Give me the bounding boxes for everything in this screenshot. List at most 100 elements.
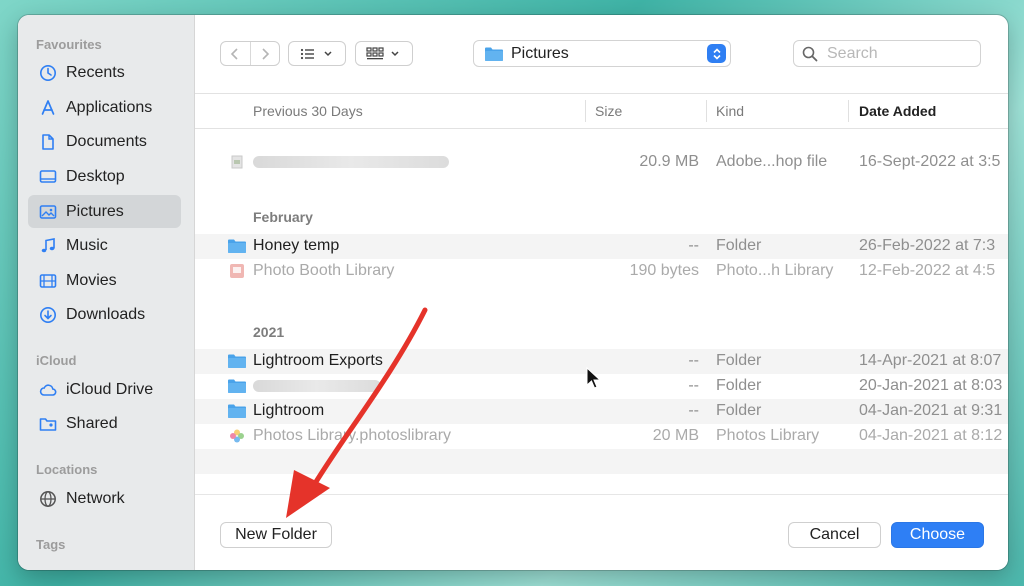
file-size: 20.9 MB: [639, 153, 699, 170]
download-icon: [38, 305, 58, 325]
file-name: Honey temp: [253, 237, 340, 254]
file-name-redacted: [253, 153, 449, 171]
photoshop-file-icon: [231, 155, 243, 169]
new-folder-button[interactable]: New Folder: [220, 522, 332, 548]
file-size: --: [688, 402, 699, 419]
file-date: 04-Jan-2021 at 8:12: [859, 427, 1003, 444]
sidebar: Favourites Recents Applications Document…: [18, 15, 195, 570]
column-header-date-added[interactable]: Date Added: [859, 103, 936, 119]
search-input[interactable]: [825, 43, 979, 64]
applications-icon: [38, 98, 58, 118]
updown-chevron-icon: [707, 44, 726, 63]
table-row[interactable]: Photos Library.photoslibrary 20 MB Photo…: [195, 424, 1008, 449]
table-row[interactable]: Honey temp -- Folder 26-Feb-2022 at 7:3: [195, 234, 1008, 259]
file-size: --: [688, 352, 699, 369]
cancel-button[interactable]: Cancel: [788, 522, 881, 548]
search-field[interactable]: [793, 40, 981, 67]
nav-buttons: [220, 41, 280, 66]
shared-folder-icon: [38, 414, 58, 434]
file-size: --: [688, 377, 699, 394]
sidebar-item-applications[interactable]: Applications: [28, 91, 181, 124]
location-popup[interactable]: Pictures: [473, 40, 731, 67]
column-header-kind[interactable]: Kind: [716, 103, 744, 119]
sidebar-section-locations: Locations: [36, 462, 98, 477]
chevron-right-icon: [262, 47, 269, 60]
folder-icon: [228, 404, 246, 418]
cloud-icon: [38, 380, 58, 400]
file-date: 26-Feb-2022 at 7:3: [859, 237, 996, 254]
file-name: Photos Library.photoslibrary: [253, 427, 452, 444]
folder-icon: [485, 47, 503, 61]
file-kind: Folder: [716, 377, 762, 394]
sidebar-item-shared[interactable]: Shared: [28, 407, 181, 440]
file-kind: Photo...h Library: [716, 262, 834, 279]
film-icon: [38, 271, 58, 291]
sidebar-item-label: Recents: [66, 63, 125, 81]
group-view-button[interactable]: [355, 41, 413, 66]
list-view-button[interactable]: [288, 41, 346, 66]
table-row[interactable]: 20.9 MB Adobe...hop file 16-Sept-2022 at…: [195, 150, 1008, 175]
location-label: Pictures: [511, 44, 569, 62]
main-pane: Pictures Previous 30 Days Size Kind Date…: [195, 15, 1008, 570]
group-header-2021: 2021: [253, 324, 285, 340]
sidebar-item-label: Network: [66, 489, 125, 507]
sidebar-item-label: Shared: [66, 414, 118, 432]
music-note-icon: [38, 236, 58, 256]
column-headers: Previous 30 Days Size Kind Date Added: [195, 94, 1008, 129]
sidebar-section-icloud: iCloud: [36, 353, 77, 368]
photo-icon: [38, 202, 58, 222]
folder-icon: [228, 239, 246, 253]
sidebar-section-tags: Tags: [36, 537, 66, 552]
sidebar-item-label: Documents: [66, 132, 147, 150]
document-icon: [38, 132, 58, 152]
file-kind: Adobe...hop file: [716, 153, 828, 170]
file-name: Lightroom Exports: [253, 352, 383, 369]
list-icon: [300, 48, 332, 59]
desktop-icon: [38, 167, 58, 187]
file-size: 20 MB: [652, 427, 699, 444]
sidebar-item-label: Desktop: [66, 167, 125, 185]
file-kind: Photos Library: [716, 427, 820, 444]
sidebar-item-recents[interactable]: Recents: [28, 56, 181, 89]
back-button[interactable]: [221, 42, 251, 65]
grid-icon: [366, 46, 399, 59]
file-date: 20-Jan-2021 at 8:03: [859, 377, 1003, 394]
file-kind: Folder: [716, 402, 762, 419]
file-kind: Folder: [716, 237, 762, 254]
folder-icon: [228, 354, 246, 368]
sidebar-item-icloud-drive[interactable]: iCloud Drive: [28, 373, 181, 406]
mouse-cursor-icon: [586, 367, 600, 389]
sidebar-item-label: iCloud Drive: [66, 380, 154, 398]
column-header-size[interactable]: Size: [595, 103, 622, 119]
photos-library-icon: [230, 429, 244, 443]
forward-button[interactable]: [251, 42, 280, 65]
table-row[interactable]: -- Folder 20-Jan-2021 at 8:03: [195, 374, 1008, 399]
sidebar-item-label: Downloads: [66, 305, 146, 323]
group-header-february: February: [253, 209, 313, 225]
toolbar: Pictures: [195, 15, 1008, 93]
photo-booth-icon: [230, 264, 244, 278]
file-date: 04-Jan-2021 at 9:31: [859, 402, 1003, 419]
file-size: 190 bytes: [629, 262, 699, 279]
choose-button[interactable]: Choose: [891, 522, 984, 548]
sidebar-item-movies[interactable]: Movies: [28, 264, 181, 297]
table-row[interactable]: Lightroom Exports -- Folder 14-Apr-2021 …: [195, 349, 1008, 374]
clock-icon: [38, 63, 58, 83]
file-name-redacted: [253, 377, 381, 395]
sidebar-item-desktop[interactable]: Desktop: [28, 160, 181, 193]
table-row[interactable]: Photo Booth Library 190 bytes Photo...h …: [195, 259, 1008, 284]
chevron-left-icon: [231, 47, 238, 60]
empty-row: [195, 449, 1008, 474]
sidebar-item-downloads[interactable]: Downloads: [28, 298, 181, 331]
sidebar-item-network[interactable]: Network: [28, 482, 181, 515]
file-chooser-dialog: Favourites Recents Applications Document…: [18, 15, 1008, 570]
sidebar-item-pictures[interactable]: Pictures: [28, 195, 181, 228]
file-date: 16-Sept-2022 at 3:5: [859, 153, 1001, 170]
file-name: Lightroom: [253, 402, 325, 419]
file-size: --: [688, 237, 699, 254]
file-list: Previous 30 Days Size Kind Date Added 20…: [195, 93, 1008, 496]
column-header-name[interactable]: Previous 30 Days: [253, 103, 363, 119]
sidebar-item-music[interactable]: Music: [28, 229, 181, 262]
table-row[interactable]: Lightroom -- Folder 04-Jan-2021 at 9:31: [195, 399, 1008, 424]
sidebar-item-documents[interactable]: Documents: [28, 125, 181, 158]
